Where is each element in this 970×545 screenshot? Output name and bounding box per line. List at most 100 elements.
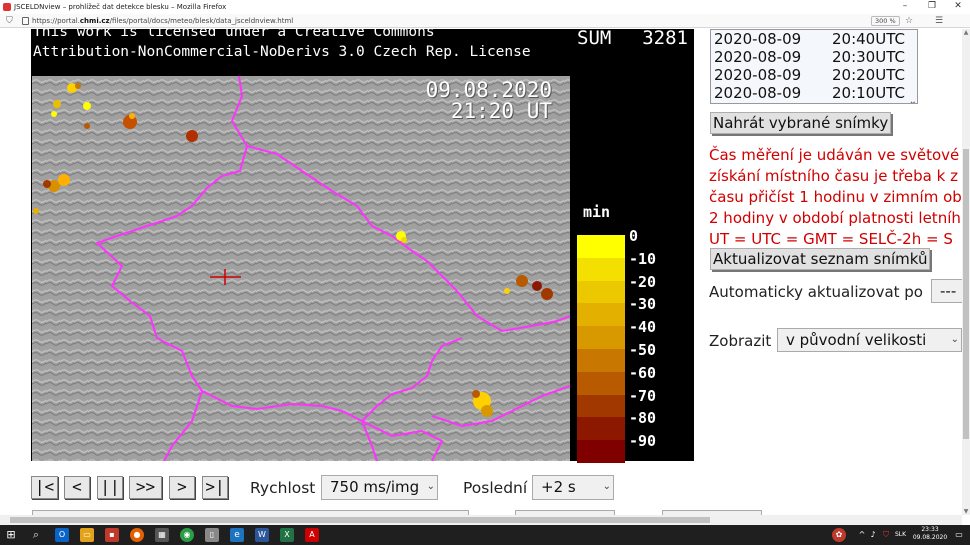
frame-list-item[interactable]: 2020-08-09 20:20UTC (711, 66, 917, 84)
acrobat-icon[interactable]: A (305, 528, 319, 542)
frame-date: 2020-08-09 (714, 30, 802, 48)
legend-swatch (577, 348, 625, 372)
maximize-button[interactable]: ❐ (920, 0, 944, 14)
address-bar[interactable]: ⛉ https://portal.chmi.cz/files/portal/do… (0, 14, 970, 28)
scroll-up-icon[interactable]: ▲ (962, 29, 970, 36)
close-window-button[interactable]: ✕ (946, 0, 970, 14)
frame-listbox[interactable]: 2020-08-09 20:40UTC 2020-08-09 20:30UTC 2020… (710, 29, 918, 104)
first-frame-button[interactable]: |< (31, 476, 58, 499)
minimize-button[interactable]: – (893, 0, 917, 14)
legend-unit: min (583, 203, 611, 221)
lock-icon[interactable] (22, 17, 29, 25)
calculator-icon[interactable]: ▦ (155, 528, 169, 542)
play-button[interactable]: >> (129, 476, 162, 499)
note-line: Čas měření je udáván ve světové (709, 146, 960, 164)
vertical-scrollbar[interactable]: ▲ ▼ (962, 29, 970, 515)
legend-label: -30 (629, 295, 657, 314)
hscrollbar-thumb[interactable] (10, 517, 710, 523)
frame-list-item[interactable]: 2020-08-09 20:10UTC (711, 84, 917, 102)
menu-icon[interactable]: ☰ (935, 14, 943, 28)
legend-label: -20 (629, 272, 657, 291)
time-note: Čas měření je udáván ve světové získání m… (709, 145, 962, 250)
next-frame-button[interactable]: > (169, 476, 195, 499)
shield-icon[interactable]: ⛉ (6, 16, 13, 26)
outlook-icon[interactable]: O (55, 528, 69, 542)
time-legend: min 0 -10 -20 -30 -40 -50 -60 -70 -80 -90 (571, 75, 694, 463)
windows-start-icon[interactable]: ⊞ (4, 528, 18, 542)
sum-value: 3281 (642, 29, 688, 49)
auto-refresh-value: --- (940, 282, 957, 300)
edge-icon[interactable]: e (230, 528, 244, 542)
excel-icon[interactable]: X (280, 528, 294, 542)
tray-shield-icon[interactable]: ⛉ (879, 528, 893, 542)
notifications-icon[interactable]: ▭ (952, 528, 966, 542)
note-line: 2 hodiny v období platnosti letníh (709, 209, 961, 227)
document-icon[interactable]: ▯ (205, 528, 219, 542)
scroll-down-icon[interactable]: ▼ (962, 508, 970, 515)
legend-label: -90 (629, 432, 657, 451)
volume-icon[interactable]: ♪ (866, 528, 880, 542)
zoom-indicator[interactable]: 300 % (871, 16, 900, 26)
frame-list-item[interactable]: 2020-08-09 20:40UTC (711, 30, 917, 48)
legend-swatch (577, 326, 625, 349)
prev-frame-button[interactable]: < (64, 476, 90, 499)
file-explorer-icon[interactable]: ▭ (80, 528, 94, 542)
refresh-list-button[interactable]: Aktualizovat seznam snímků (710, 248, 931, 270)
auto-refresh-label: Automaticky aktualizovat po (709, 283, 923, 301)
sum-label: SUM (577, 29, 612, 49)
legend-swatch (577, 394, 625, 418)
last-label: Poslední (463, 479, 528, 497)
legend-label: -50 (629, 340, 657, 359)
frame-date: 2020-08-09 (714, 48, 802, 66)
display-label: Zobrazit (709, 332, 772, 350)
license-line-1: This work is licensed under a Creative C… (33, 29, 435, 40)
load-selected-button[interactable]: Nahrát vybrané snímky (710, 112, 892, 134)
word-icon[interactable]: W (255, 528, 269, 542)
legend-label: -80 (629, 409, 657, 428)
scrollbar-thumb[interactable] (963, 149, 969, 439)
auto-refresh-select[interactable]: --- (931, 279, 962, 303)
clock-time: 23:33 (921, 526, 939, 533)
pause-button[interactable]: || (97, 476, 123, 499)
map-time: 21:20 UT (450, 99, 552, 123)
legend-swatch (577, 257, 625, 281)
tray-app-icon[interactable]: ✿ (832, 528, 846, 542)
speed-select[interactable]: 750 ms/img ⌄ (321, 475, 438, 500)
display-size-select[interactable]: v původní velikosti ⌄ (777, 328, 962, 352)
frame-list-item[interactable]: 2020-08-09 20:30UTC (711, 48, 917, 66)
legend-swatch (577, 417, 625, 441)
last-select[interactable]: +2 s ⌄ (532, 475, 614, 500)
chevron-down-icon[interactable] (909, 30, 917, 103)
note-line: získání místního času je třeba k z (709, 167, 958, 185)
display-size-value: v původní velikosti (786, 331, 927, 349)
frame-time: 20:10UTC (832, 84, 905, 102)
last-value: +2 s (541, 478, 576, 496)
note-line: času přičíst 1 hodinu v zimním ob (709, 188, 962, 206)
strike-sum: SUM 3281 (571, 29, 694, 75)
windows-taskbar: ⊞ ⌕ O ▭ ▪ ● ▦ ◉ ▯ e W X A ✿ ^ ♪ ⛉ SLK 23… (0, 525, 970, 545)
window-titlebar: JSCELDNview – prohlížeč dat detekce bles… (0, 0, 970, 14)
legend-label: -60 (629, 363, 657, 382)
chevron-down-icon: ⌄ (602, 481, 611, 492)
frame-date: 2020-08-09 (714, 84, 802, 102)
firefox-icon[interactable]: ● (130, 528, 144, 542)
search-icon[interactable]: ⌕ (29, 528, 43, 542)
frame-time: 20:20UTC (832, 66, 905, 84)
taskbar-clock[interactable]: 23:33 09.08.2020 (912, 526, 948, 542)
horizontal-scrollbar[interactable] (0, 515, 962, 525)
license-line-2: Attribution-NonCommercial-NoDerivs 3.0 C… (33, 44, 531, 60)
chrome-icon[interactable]: ◉ (180, 528, 194, 542)
star-icon[interactable]: ☆ (905, 14, 913, 28)
legend-label: -10 (629, 249, 657, 268)
page-viewport: This work is licensed under a Creative C… (0, 29, 962, 515)
legend-swatch (577, 235, 625, 258)
lightning-map: 09.08.2020 21:20 UT (32, 76, 570, 461)
map-image (32, 76, 570, 461)
input-language[interactable]: SLK (895, 531, 906, 538)
app-icon[interactable]: ▪ (105, 528, 119, 542)
url-text[interactable]: https://portal.chmi.cz/files/portal/docs… (32, 14, 293, 28)
legend-color-bar (577, 235, 625, 463)
map-date: 09.08.2020 (425, 78, 552, 102)
legend-swatch (577, 440, 625, 463)
last-frame-button[interactable]: >| (202, 476, 228, 499)
